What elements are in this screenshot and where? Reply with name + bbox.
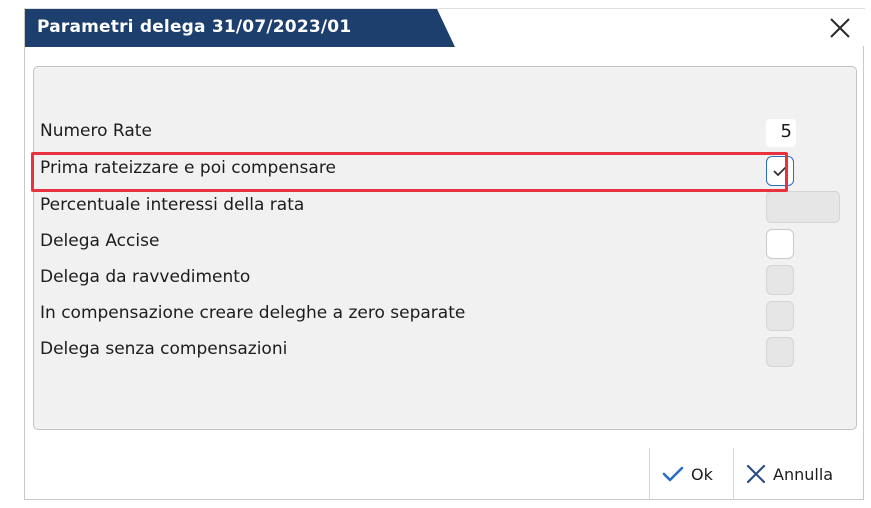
close-button[interactable] [827,15,853,41]
row-senza-compensazioni: Delega senza compensazioni [40,337,830,367]
checkmark-icon [773,166,787,177]
prima-rateizzare-checkbox[interactable] [766,156,794,186]
row-numero-rate: Numero Rate 5 [40,119,830,147]
percentuale-interessi-input [766,191,840,223]
ok-label: Ok [691,464,713,484]
row-delega-ravvedimento: Delega da ravvedimento [40,265,830,295]
compensazione-zero-label: In compensazione creare deleghe a zero s… [40,303,466,323]
delega-accise-checkbox[interactable] [766,229,794,259]
compensazione-zero-checkbox [766,301,794,331]
prima-rateizzare-label: Prima rateizzare e poi compensare [40,158,336,178]
dialog-title: Parametri delega 31/07/2023/01 [37,17,352,37]
annulla-button[interactable]: Annulla [745,460,833,488]
row-delega-accise: Delega Accise [40,229,830,259]
parametri-delega-dialog: Parametri delega 31/07/2023/01 Numero Ra… [24,8,865,500]
row-prima-rateizzare: Prima rateizzare e poi compensare [40,156,830,186]
senza-compensazioni-label: Delega senza compensazioni [40,339,288,359]
percentuale-interessi-label: Percentuale interessi della rata [40,195,305,215]
title-tab: Parametri delega 31/07/2023/01 [25,9,455,47]
dialog-footer: Ok Annulla [25,442,865,500]
ok-button[interactable]: Ok [661,460,713,488]
senza-compensazioni-checkbox [766,337,794,367]
numero-rate-input[interactable]: 5 [766,119,796,147]
delega-accise-label: Delega Accise [40,231,160,251]
x-icon [746,464,766,484]
footer-divider [649,448,650,500]
title-bar: Parametri delega 31/07/2023/01 [25,8,865,47]
close-icon [830,18,850,38]
checkmark-icon [662,466,684,482]
footer-divider [733,448,734,500]
numero-rate-label: Numero Rate [40,121,152,141]
delega-ravvedimento-label: Delega da ravvedimento [40,267,251,287]
annulla-label: Annulla [773,464,834,484]
row-compensazione-zero: In compensazione creare deleghe a zero s… [40,301,830,331]
delega-ravvedimento-checkbox [766,265,794,295]
parameters-panel: Numero Rate 5 Prima rateizzare e poi com… [33,66,857,430]
row-percentuale-interessi: Percentuale interessi della rata [40,191,840,223]
